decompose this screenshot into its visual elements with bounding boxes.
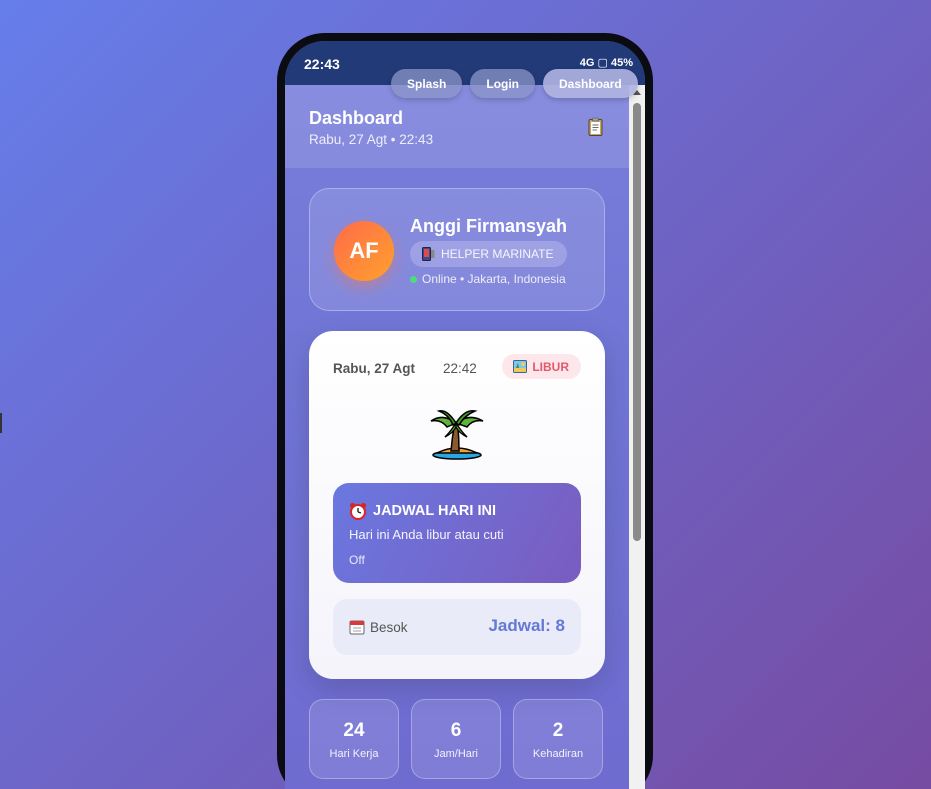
tomorrow-value: Jadwal: 8 <box>488 616 565 635</box>
schedule-shift: Off <box>349 553 365 567</box>
stat-value: 2 <box>552 720 564 741</box>
phone-card-icon <box>422 247 435 261</box>
role-badge: HELPER MARINATE <box>410 241 568 267</box>
role-label: HELPER MARINATE <box>441 247 554 261</box>
tomorrow-label: Besok <box>349 619 408 635</box>
tomorrow-schedule[interactable]: Besok Jadwal: 8 <box>333 599 581 655</box>
today-time: 22:42 <box>443 361 477 376</box>
stat-value: 24 <box>343 720 365 741</box>
phone-frame: 22:43 4G ▢ 45% Dashboard Rabu, 27 Agt • … <box>277 33 653 789</box>
stat-label: Jam/Hari <box>433 748 478 760</box>
schedule-description: Hari ini Anda libur atau cuti <box>349 527 504 542</box>
nav-dashboard-button[interactable]: Dashboard <box>543 69 638 98</box>
scrollbar[interactable] <box>629 85 645 789</box>
nav-splash-button[interactable]: Splash <box>391 69 463 98</box>
alarm-clock-icon <box>350 503 366 520</box>
stats-row: 24 Hari Kerja 6 Jam/Hari 2 Kehadiran <box>309 699 603 779</box>
status-badge-label: LIBUR <box>532 359 569 374</box>
today-schedule[interactable]: JADWAL HARI INI Hari ini Anda libur atau… <box>333 483 581 583</box>
calendar-icon <box>349 620 365 635</box>
stat-hari-kerja[interactable]: 24 Hari Kerja <box>309 699 399 779</box>
scrollbar-thumb[interactable] <box>633 103 641 541</box>
online-dot-icon <box>410 275 417 283</box>
status-badge: LIBUR <box>502 354 581 379</box>
today-card: Rabu, 27 Agt 22:42 LIBUR JADWAL HARI INI… <box>309 331 605 679</box>
profile-card: AF Anggi Firmansyah HELPER MARINATE Onli… <box>309 188 605 311</box>
profile-name: Anggi Firmansyah <box>410 216 568 236</box>
content-scroll-area[interactable]: Dashboard Rabu, 27 Agt • 22:43 AF Anggi … <box>285 85 629 789</box>
status-indicators: 4G ▢ 45% <box>579 57 633 69</box>
today-date: Rabu, 27 Agt <box>333 361 416 376</box>
online-status-text: Online • Jakarta, Indonesia <box>422 272 566 286</box>
screen-nav: Splash Login Dashboard <box>391 69 638 98</box>
stat-kehadiran[interactable]: 2 Kehadiran <box>513 699 603 779</box>
page-title: Dashboard <box>309 108 404 128</box>
page-subtitle: Rabu, 27 Agt • 22:43 <box>309 132 434 147</box>
beach-picture-icon <box>513 360 528 373</box>
stat-label: Kehadiran <box>532 748 584 760</box>
avatar[interactable]: AF <box>334 221 394 281</box>
stat-label: Hari Kerja <box>329 748 379 760</box>
stat-jam-hari[interactable]: 6 Jam/Hari <box>411 699 501 779</box>
stat-value: 6 <box>450 720 462 741</box>
schedule-title-text: JADWAL HARI INI <box>373 503 496 519</box>
online-status: Online • Jakarta, Indonesia <box>410 272 566 286</box>
status-time: 22:43 <box>304 56 340 72</box>
tomorrow-label-text: Besok <box>370 619 408 635</box>
window-edge-marker <box>0 413 2 433</box>
schedule-title: JADWAL HARI INI <box>349 502 496 520</box>
clipboard-icon[interactable] <box>588 117 603 136</box>
phone-screen: 22:43 4G ▢ 45% Dashboard Rabu, 27 Agt • … <box>285 41 645 789</box>
nav-login-button[interactable]: Login <box>470 69 536 98</box>
palm-tree-icon <box>430 410 484 460</box>
